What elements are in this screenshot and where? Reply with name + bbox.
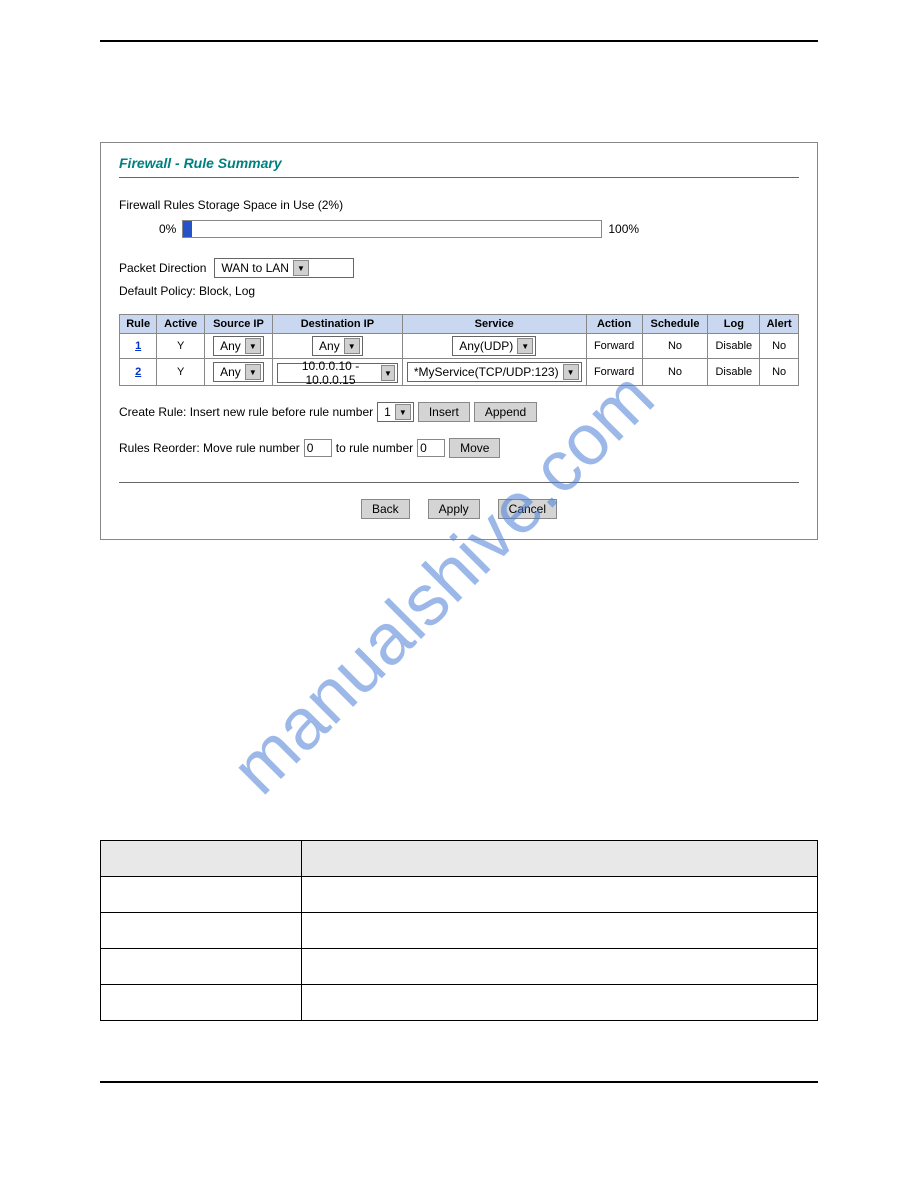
source-ip-select[interactable]: Any ▼ xyxy=(213,362,264,382)
bottom-rule xyxy=(100,1081,818,1083)
packet-direction-value: WAN to LAN xyxy=(221,261,289,275)
progress-fill xyxy=(183,221,191,237)
rule-link-1[interactable]: 1 xyxy=(135,340,141,352)
th-source-ip: Source IP xyxy=(205,315,273,334)
source-ip-select[interactable]: Any ▼ xyxy=(213,336,264,356)
dest-ip-select[interactable]: 10.0.0.10 - 10.0.0.15 ▼ xyxy=(277,363,398,383)
desc-cell xyxy=(301,985,817,1021)
move-button[interactable]: Move xyxy=(449,438,500,458)
reorder-from-input[interactable] xyxy=(304,439,332,457)
chevron-down-icon: ▼ xyxy=(293,260,309,276)
chevron-down-icon: ▼ xyxy=(344,338,360,354)
th-dest-ip: Destination IP xyxy=(272,315,402,334)
chevron-down-icon: ▼ xyxy=(517,338,533,354)
table-row: 2 Y Any ▼ 10.0.0.10 - 10.0.0.15 ▼ xyxy=(120,359,799,386)
top-rule xyxy=(100,40,818,42)
cancel-button[interactable]: Cancel xyxy=(498,499,557,519)
back-button[interactable]: Back xyxy=(361,499,410,519)
create-rule-number-select[interactable]: 1 ▼ xyxy=(377,402,414,422)
progress-bar xyxy=(182,220,602,238)
cell-alert: No xyxy=(760,334,799,359)
cell-schedule: No xyxy=(642,359,708,386)
table-header-row: Rule Active Source IP Destination IP Ser… xyxy=(120,315,799,334)
table-row: 1 Y Any ▼ Any ▼ xyxy=(120,334,799,359)
service-select[interactable]: *MyService(TCP/UDP:123) ▼ xyxy=(407,362,582,382)
desc-th-2 xyxy=(301,841,817,877)
desc-cell xyxy=(101,985,302,1021)
progress-row: 0% 100% xyxy=(159,220,799,238)
desc-cell xyxy=(101,877,302,913)
cell-active: Y xyxy=(157,334,205,359)
create-rule-label: Create Rule: Insert new rule before rule… xyxy=(119,405,373,419)
append-button[interactable]: Append xyxy=(474,402,537,422)
th-active: Active xyxy=(157,315,205,334)
cell-log: Disable xyxy=(708,359,760,386)
chevron-down-icon: ▼ xyxy=(245,364,261,380)
chevron-down-icon: ▼ xyxy=(245,338,261,354)
chevron-down-icon: ▼ xyxy=(395,404,411,420)
panel-title: Firewall - Rule Summary xyxy=(119,155,799,178)
cell-schedule: No xyxy=(642,334,708,359)
reorder-to-input[interactable] xyxy=(417,439,445,457)
cell-action: Forward xyxy=(586,359,642,386)
desc-cell xyxy=(101,949,302,985)
reorder-label-2: to rule number xyxy=(336,441,413,455)
cell-log: Disable xyxy=(708,334,760,359)
rules-table: Rule Active Source IP Destination IP Ser… xyxy=(119,314,799,386)
dest-ip-select[interactable]: Any ▼ xyxy=(312,336,363,356)
th-action: Action xyxy=(586,315,642,334)
create-rule-row: Create Rule: Insert new rule before rule… xyxy=(119,402,799,422)
th-schedule: Schedule xyxy=(642,315,708,334)
chevron-down-icon: ▼ xyxy=(381,365,395,381)
th-rule: Rule xyxy=(120,315,157,334)
th-log: Log xyxy=(708,315,760,334)
description-table xyxy=(100,840,818,1021)
packet-direction-label: Packet Direction xyxy=(119,261,206,275)
cell-alert: No xyxy=(760,359,799,386)
rule-link-2[interactable]: 2 xyxy=(135,366,141,378)
reorder-label-1: Rules Reorder: Move rule number xyxy=(119,441,300,455)
chevron-down-icon: ▼ xyxy=(563,364,579,380)
insert-button[interactable]: Insert xyxy=(418,402,470,422)
cell-action: Forward xyxy=(586,334,642,359)
firewall-panel: Firewall - Rule Summary Firewall Rules S… xyxy=(100,142,818,540)
default-policy: Default Policy: Block, Log xyxy=(119,284,799,298)
apply-button[interactable]: Apply xyxy=(428,499,480,519)
th-alert: Alert xyxy=(760,315,799,334)
progress-left-label: 0% xyxy=(159,222,176,236)
packet-direction-select[interactable]: WAN to LAN ▼ xyxy=(214,258,354,278)
desc-cell xyxy=(301,913,817,949)
packet-direction-row: Packet Direction WAN to LAN ▼ xyxy=(119,258,799,278)
cell-active: Y xyxy=(157,359,205,386)
progress-right-label: 100% xyxy=(608,222,639,236)
desc-th-1 xyxy=(101,841,302,877)
storage-label: Firewall Rules Storage Space in Use (2%) xyxy=(119,198,799,212)
service-select[interactable]: Any(UDP) ▼ xyxy=(452,336,536,356)
desc-cell xyxy=(101,913,302,949)
desc-cell xyxy=(301,949,817,985)
reorder-row: Rules Reorder: Move rule number to rule … xyxy=(119,438,799,458)
panel-bottom-divider: Back Apply Cancel xyxy=(119,482,799,519)
desc-cell xyxy=(301,877,817,913)
th-service: Service xyxy=(402,315,586,334)
